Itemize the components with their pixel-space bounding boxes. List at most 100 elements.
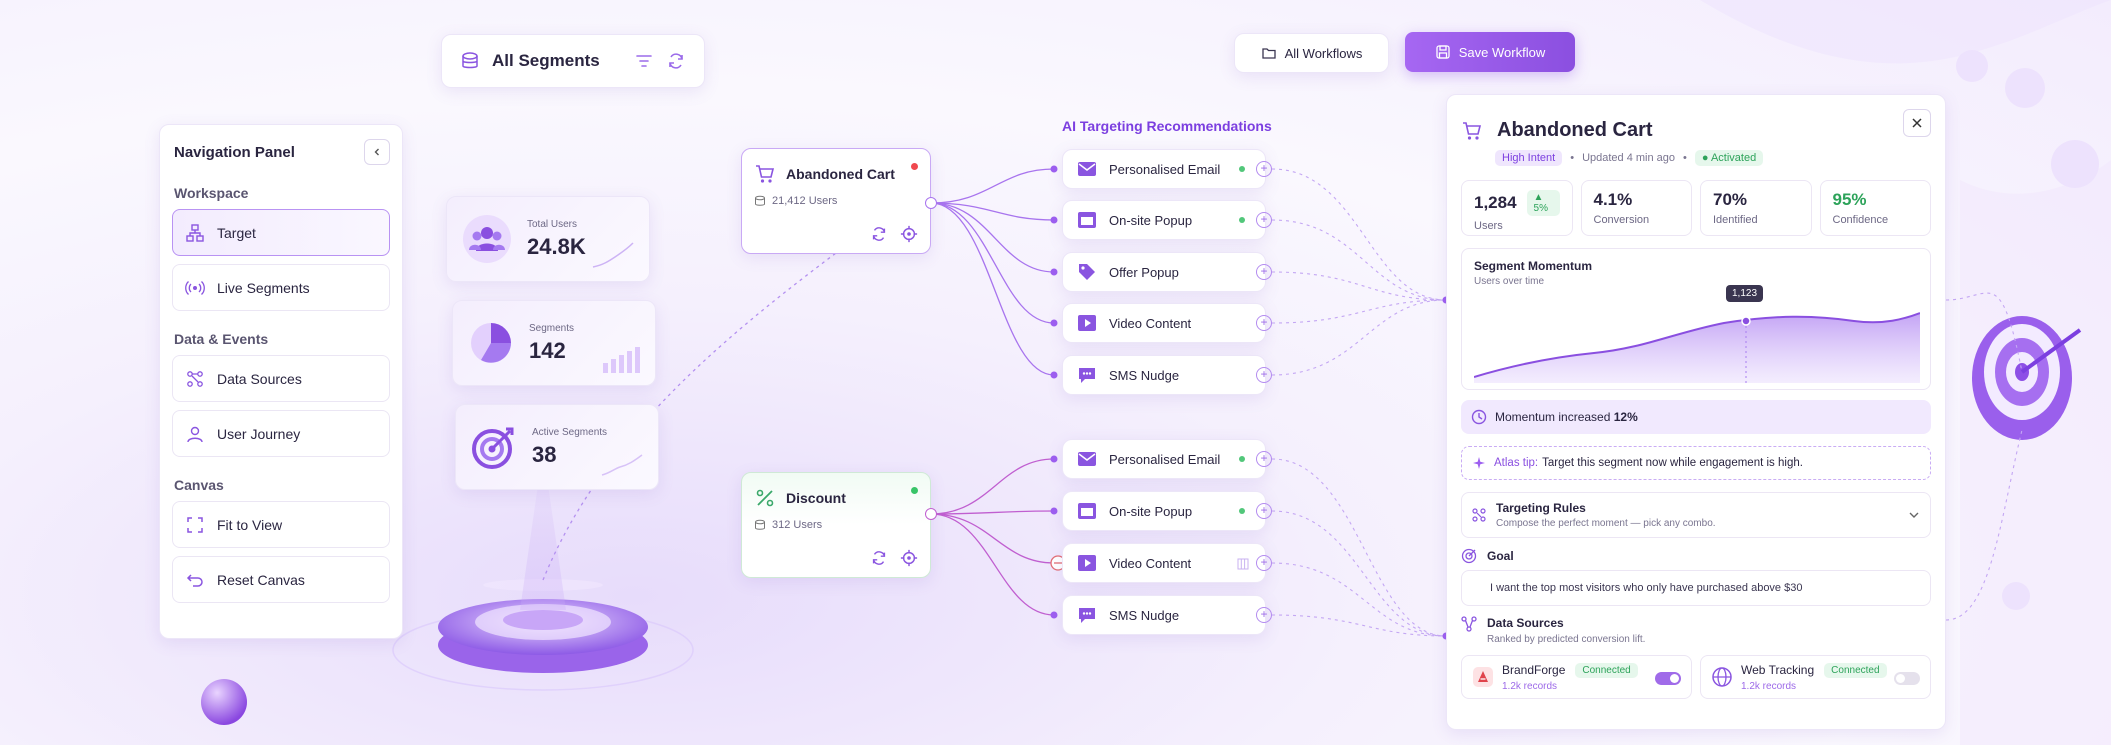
play-icon (1077, 553, 1097, 573)
add-recommendation-button[interactable]: + (1256, 161, 1272, 177)
sparkle-icon (1472, 456, 1486, 470)
play-icon (1077, 313, 1097, 333)
stat-value: 24.8K (527, 233, 586, 259)
segment-selector[interactable]: All Segments (441, 34, 705, 88)
rec-offer-popup[interactable]: Offer Popup (1062, 252, 1266, 292)
all-workflows-button[interactable]: All Workflows (1234, 33, 1389, 73)
add-recommendation-button[interactable]: + (1256, 367, 1272, 383)
stat-value: 38 (532, 441, 557, 467)
tip-label: Atlas tip: (1494, 457, 1539, 469)
node-output-port[interactable] (925, 197, 937, 209)
refresh-icon[interactable] (870, 225, 888, 243)
status-badge: ● Activated (1694, 150, 1764, 166)
stat-label: Active Segments (532, 426, 608, 438)
nav-section-canvas: Canvas (174, 477, 224, 493)
segment-selector-label: All Segments (492, 51, 600, 70)
segment-node-abandoned-cart[interactable]: Abandoned Cart 21,412 Users (741, 148, 931, 254)
status-dot (1239, 217, 1245, 223)
rec-label: SMS Nudge (1109, 367, 1180, 383)
status-badge-label: Activated (1710, 152, 1757, 164)
clock-icon (1471, 409, 1487, 425)
nav-item-user-journey[interactable]: User Journey (172, 410, 390, 457)
stat-label: Total Users (527, 218, 578, 230)
undo-icon (185, 570, 205, 590)
rec-video-content[interactable]: Video Content (1062, 303, 1266, 343)
nav-item-live-segments[interactable]: Live Segments (172, 264, 390, 311)
goal-input[interactable]: I want the top most visitors who only ha… (1461, 570, 1931, 606)
rec-personalised-email[interactable]: Personalised Email (1062, 149, 1266, 189)
rec-personalised-email[interactable]: Personalised Email (1062, 439, 1266, 479)
targeting-rules-row[interactable]: Targeting Rules Compose the perfect mome… (1461, 492, 1931, 538)
status-dot (1239, 456, 1245, 462)
crosshair-icon[interactable] (900, 549, 918, 567)
data-sources-subtitle: Ranked by predicted conversion lift. (1487, 634, 1646, 645)
segment-node-discount[interactable]: Discount 312 Users (741, 472, 931, 578)
metric-label: Users (1474, 220, 1503, 232)
nav-item-data-sources[interactable]: Data Sources (172, 355, 390, 402)
rec-onsite-popup[interactable]: On-site Popup (1062, 491, 1266, 531)
pie-icon (467, 319, 515, 367)
node-title: Abandoned Cart (786, 166, 895, 182)
rec-label: Personalised Email (1109, 451, 1221, 467)
rec-sms-nudge[interactable]: SMS Nudge (1062, 355, 1266, 395)
metric-label: Confidence (1832, 214, 1889, 226)
database-icon (460, 51, 480, 71)
add-recommendation-button[interactable]: + (1256, 555, 1272, 571)
filter-icon[interactable] (634, 51, 654, 71)
add-recommendation-button[interactable]: + (1256, 264, 1272, 280)
source-name: BrandForge (1502, 663, 1566, 677)
stat-value: 142 (529, 337, 566, 363)
status-dot (1239, 508, 1245, 514)
close-icon[interactable] (1903, 109, 1931, 137)
percent-icon (754, 487, 776, 509)
expand-icon (185, 515, 205, 535)
rec-label: Video Content (1109, 555, 1192, 571)
momentum-banner: Momentum increased 12% (1461, 400, 1931, 434)
rec-video-content[interactable]: Video Content (1062, 543, 1266, 583)
add-recommendation-button[interactable]: + (1256, 503, 1272, 519)
navigation-panel: Navigation Panel Workspace Target Live S… (159, 124, 403, 639)
node-output-port[interactable] (925, 508, 937, 520)
source-name: Web Tracking (1741, 663, 1815, 677)
stat-card-segments: Segments 142 (452, 300, 656, 386)
nav-item-fit-to-view[interactable]: Fit to View (172, 501, 390, 548)
source-records: 1.2k records (1502, 680, 1558, 692)
refresh-icon[interactable] (666, 51, 686, 71)
window-icon (1077, 210, 1097, 230)
add-recommendation-button[interactable]: + (1256, 212, 1272, 228)
stat-card-active-segments: Active Segments 38 (455, 404, 659, 490)
nav-item-label: Live Segments (217, 279, 310, 296)
nav-item-label: Target (217, 224, 256, 241)
rec-sms-nudge[interactable]: SMS Nudge (1062, 595, 1266, 635)
chart-tooltip: 1,123 (1726, 285, 1764, 302)
add-recommendation-button[interactable]: + (1256, 607, 1272, 623)
status-dot (911, 487, 918, 494)
connection-badge: Connected (1575, 662, 1638, 678)
updated-text: Updated 4 min ago (1582, 152, 1676, 164)
metric-label: Identified (1713, 214, 1758, 226)
source-toggle[interactable] (1894, 672, 1920, 685)
source-brandforge[interactable]: BrandForge Connected 1.2k records (1461, 655, 1692, 699)
add-recommendation-button[interactable]: + (1256, 451, 1272, 467)
banner-prefix: Momentum increased (1495, 410, 1614, 424)
refresh-icon[interactable] (870, 549, 888, 567)
mail-icon (1077, 449, 1097, 469)
source-web-tracking[interactable]: Web Tracking Connected 1.2k records (1700, 655, 1931, 699)
brandforge-logo-icon (1472, 666, 1494, 688)
rec-label: Video Content (1109, 315, 1192, 331)
cart-icon (1461, 120, 1483, 142)
add-recommendation-button[interactable]: + (1256, 315, 1272, 331)
save-workflow-button[interactable]: Save Workflow (1405, 32, 1575, 72)
nav-item-reset-canvas[interactable]: Reset Canvas (172, 556, 390, 603)
crosshair-icon[interactable] (900, 225, 918, 243)
source-toggle[interactable] (1655, 672, 1681, 685)
sms-icon (1077, 365, 1097, 385)
nav-section-data-events: Data & Events (174, 331, 269, 347)
banner-value: 12% (1613, 410, 1638, 424)
rec-onsite-popup[interactable]: On-site Popup (1062, 200, 1266, 240)
chevron-down-icon[interactable] (1908, 509, 1920, 521)
node-users: 21,412 Users (772, 195, 838, 207)
collapse-icon[interactable] (364, 139, 390, 165)
stat-card-total-users: Total Users 24.8K (446, 196, 650, 282)
nav-item-target[interactable]: Target (172, 209, 390, 256)
